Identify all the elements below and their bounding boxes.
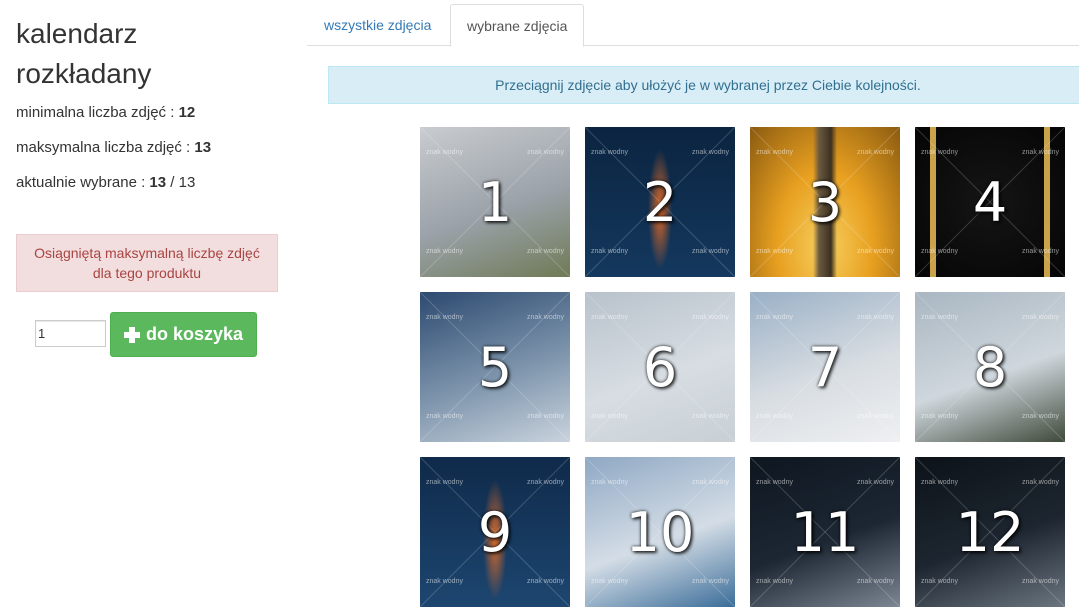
photo-tile[interactable]: znak wodny znak wodny znak wodny znak wodny…: [750, 292, 900, 442]
photo-order-number: 12: [955, 500, 1025, 564]
photo-order-number: 3: [807, 170, 843, 234]
plus-icon: [123, 326, 140, 343]
photo-order-number: 6: [642, 335, 678, 399]
photo-order-number: 1: [477, 170, 513, 234]
photo-tabs: wszystkie zdjęcia wybrane zdjęcia: [307, 0, 1079, 47]
product-panel: kalendarz rozkładany minimalna liczba zd…: [0, 0, 300, 570]
photo-order-number: 8: [972, 335, 1008, 399]
current-photos-value: 13: [149, 174, 167, 191]
max-reached-alert: Osiągniętą maksymalną liczbę zdjęć dla t…: [16, 234, 278, 292]
photo-order-number: 2: [642, 170, 678, 234]
max-photos-info: maksymalna liczba zdjęć : 13: [16, 139, 211, 156]
photo-tile[interactable]: znak wodny znak wodny znak wodny znak wodny…: [420, 292, 570, 442]
photo-tile[interactable]: znak wodny znak wodny znak wodny znak wodny…: [420, 127, 570, 277]
photo-tile[interactable]: znak wodny znak wodny znak wodny znak wodny…: [915, 292, 1065, 442]
add-to-cart-button[interactable]: do koszyka: [110, 312, 257, 357]
min-photos-label: minimalna liczba zdjęć :: [16, 104, 179, 121]
product-title: kalendarz rozkładany: [16, 18, 152, 89]
photo-order-number: 7: [807, 335, 843, 399]
photo-tile[interactable]: znak wodny znak wodny znak wodny znak wodny…: [585, 127, 735, 277]
current-photos-info: aktualnie wybrane : 13 / 13: [16, 174, 195, 191]
photo-order-number: 5: [477, 335, 513, 399]
tab-selected-photos[interactable]: wybrane zdjęcia: [450, 4, 585, 47]
add-to-cart-label: do koszyka: [145, 324, 244, 344]
quantity-input[interactable]: [35, 320, 106, 347]
min-photos-value: 12: [178, 104, 196, 121]
photo-tile[interactable]: znak wodny znak wodny znak wodny znak wodny…: [750, 457, 900, 607]
max-photos-value: 13: [194, 139, 212, 156]
tab-all-photos[interactable]: wszystkie zdjęcia: [308, 4, 447, 46]
current-photos-total: 13: [178, 174, 196, 191]
photo-tile[interactable]: znak wodny znak wodny znak wodny znak wodny…: [420, 457, 570, 607]
min-photos-info: minimalna liczba zdjęć : 12: [16, 104, 195, 121]
photo-tile[interactable]: znak wodny znak wodny znak wodny znak wodny…: [915, 457, 1065, 607]
drag-hint-alert: Przeciągnij zdjęcie aby ułożyć je w wybr…: [328, 66, 1079, 104]
photo-order-number: 9: [477, 500, 513, 564]
photo-order-number: 10: [625, 500, 695, 564]
photo-tile[interactable]: znak wodny znak wodny znak wodny znak wodny…: [585, 292, 735, 442]
current-photos-label: aktualnie wybrane :: [16, 174, 150, 191]
photo-tile[interactable]: znak wodny znak wodny znak wodny znak wodny…: [585, 457, 735, 607]
photo-order-number: 4: [972, 170, 1008, 234]
max-photos-label: maksymalna liczba zdjęć :: [16, 139, 195, 156]
photo-order-number: 11: [790, 500, 860, 564]
photo-tile[interactable]: znak wodny znak wodny znak wodny znak wodny…: [750, 127, 900, 277]
current-photos-separator: /: [166, 174, 179, 191]
photo-tile[interactable]: znak wodny znak wodny znak wodny znak wodny…: [915, 127, 1065, 277]
